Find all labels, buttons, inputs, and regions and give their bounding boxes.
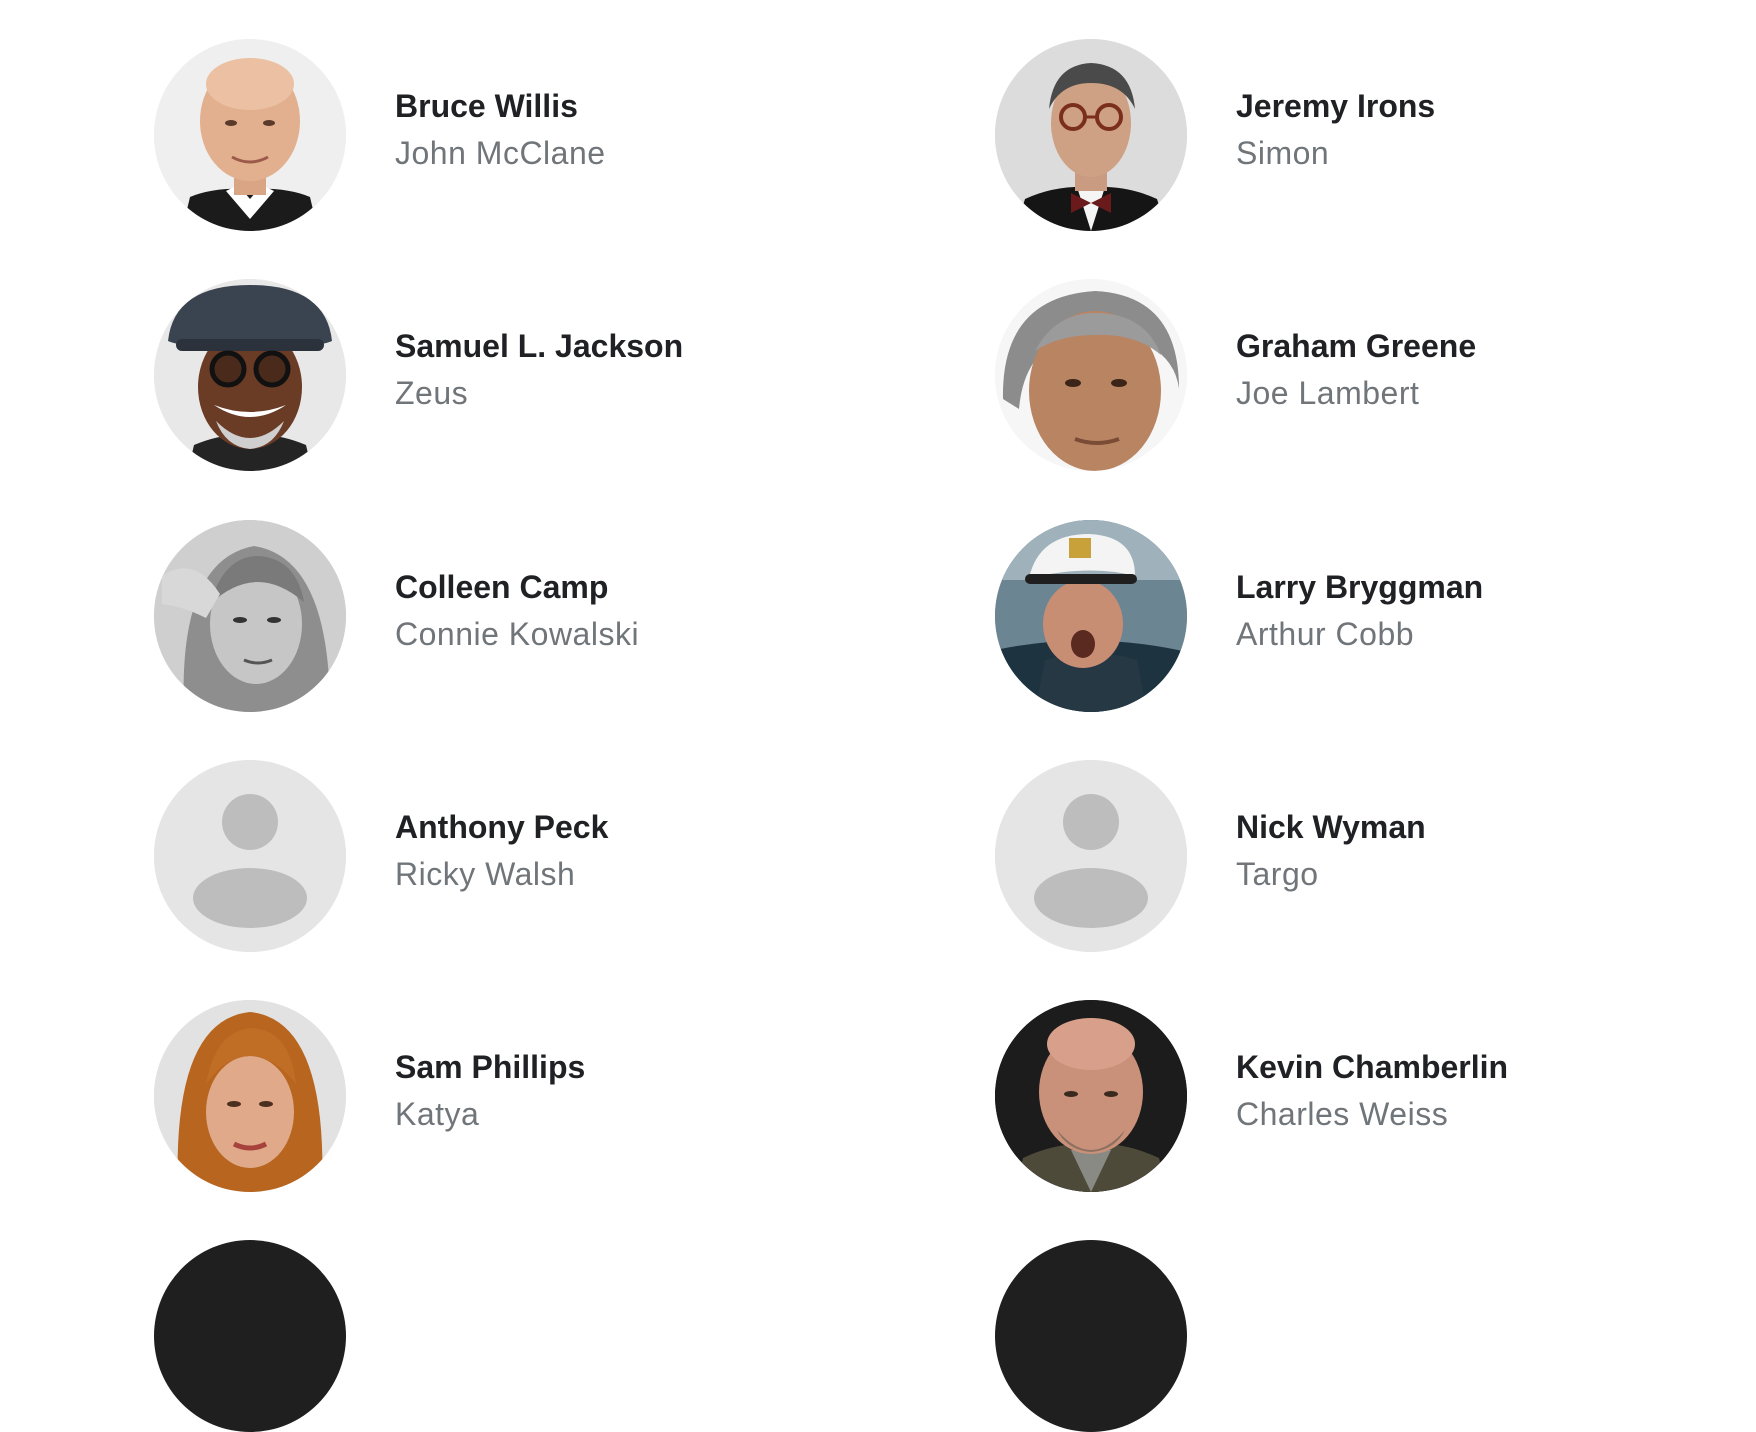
character-name: Connie Kowalski: [395, 616, 640, 652]
cast-card-bruce-willis[interactable]: Bruce Willis John McClane: [154, 39, 854, 231]
actor-name: Sam Phillips: [395, 1049, 586, 1085]
character-name: Charles Weiss: [1236, 1096, 1449, 1132]
person-silhouette-icon: [995, 760, 1187, 952]
cast-text: Nick Wyman Targo: [1236, 807, 1676, 894]
cast-text: Bruce Willis John McClane: [395, 86, 835, 173]
cast-text: Jeremy Irons Simon: [1236, 86, 1676, 173]
cast-card-sam-phillips[interactable]: Sam Phillips Katya: [154, 1000, 854, 1192]
actor-name: Larry Bryggman: [1236, 569, 1484, 605]
actor-photo: [154, 520, 346, 712]
cast-card-samuel-l-jackson[interactable]: Samuel L. Jackson Zeus: [154, 279, 854, 471]
actor-photo-art: [995, 279, 1187, 471]
placeholder-person-icon: [154, 760, 346, 952]
actor-name: Samuel L. Jackson: [395, 328, 684, 364]
actor-name: Colleen Camp: [395, 569, 609, 605]
actor-photo: [154, 1000, 346, 1192]
cast-card-larry-bryggman[interactable]: Larry Bryggman Arthur Cobb: [995, 520, 1695, 712]
cast-text: Colleen Camp Connie Kowalski: [395, 567, 835, 654]
actor-photo-partial[interactable]: [154, 1240, 346, 1432]
actor-name: Anthony Peck: [395, 809, 609, 845]
cast-card-colleen-camp[interactable]: Colleen Camp Connie Kowalski: [154, 520, 854, 712]
actor-name: Bruce Willis: [395, 88, 578, 124]
character-name: Ricky Walsh: [395, 856, 576, 892]
actor-photo: [154, 39, 346, 231]
cast-text: Larry Bryggman Arthur Cobb: [1236, 567, 1676, 654]
character-name: Joe Lambert: [1236, 375, 1420, 411]
character-name: Arthur Cobb: [1236, 616, 1415, 652]
actor-photo: [995, 39, 1187, 231]
actor-photo-art: [154, 520, 346, 712]
character-name: Zeus: [395, 375, 469, 411]
character-name: Katya: [395, 1096, 480, 1132]
character-name: Targo: [1236, 856, 1319, 892]
cast-card-kevin-chamberlin[interactable]: Kevin Chamberlin Charles Weiss: [995, 1000, 1695, 1192]
person-silhouette-icon: [154, 760, 346, 952]
actor-photo-art: [154, 1000, 346, 1192]
character-name: John McClane: [395, 135, 606, 171]
actor-name: Kevin Chamberlin: [1236, 1049, 1509, 1085]
cast-card-anthony-peck[interactable]: Anthony Peck Ricky Walsh: [154, 760, 854, 952]
cast-list: Bruce Willis John McClane Jeremy Irons S…: [0, 0, 1756, 1432]
cast-text: Anthony Peck Ricky Walsh: [395, 807, 835, 894]
actor-photo-partial[interactable]: [995, 1240, 1187, 1432]
cast-card-jeremy-irons[interactable]: Jeremy Irons Simon: [995, 39, 1695, 231]
cast-card-graham-greene[interactable]: Graham Greene Joe Lambert: [995, 279, 1695, 471]
placeholder-person-icon: [995, 760, 1187, 952]
actor-photo-art: [995, 39, 1187, 231]
actor-photo: [995, 279, 1187, 471]
actor-photo-art: [154, 279, 346, 471]
actor-photo-art: [995, 1000, 1187, 1192]
cast-text: Kevin Chamberlin Charles Weiss: [1236, 1047, 1676, 1134]
actor-photo-art: [154, 39, 346, 231]
actor-photo: [995, 1000, 1187, 1192]
actor-photo: [995, 520, 1187, 712]
cast-text: Graham Greene Joe Lambert: [1236, 326, 1676, 413]
cast-text: Samuel L. Jackson Zeus: [395, 326, 835, 413]
actor-name: Graham Greene: [1236, 328, 1477, 364]
actor-photo-art: [995, 520, 1187, 712]
actor-name: Nick Wyman: [1236, 809, 1426, 845]
actor-name: Jeremy Irons: [1236, 88, 1436, 124]
actor-photo: [154, 279, 346, 471]
character-name: Simon: [1236, 135, 1330, 171]
cast-text: Sam Phillips Katya: [395, 1047, 835, 1134]
cast-card-nick-wyman[interactable]: Nick Wyman Targo: [995, 760, 1695, 952]
